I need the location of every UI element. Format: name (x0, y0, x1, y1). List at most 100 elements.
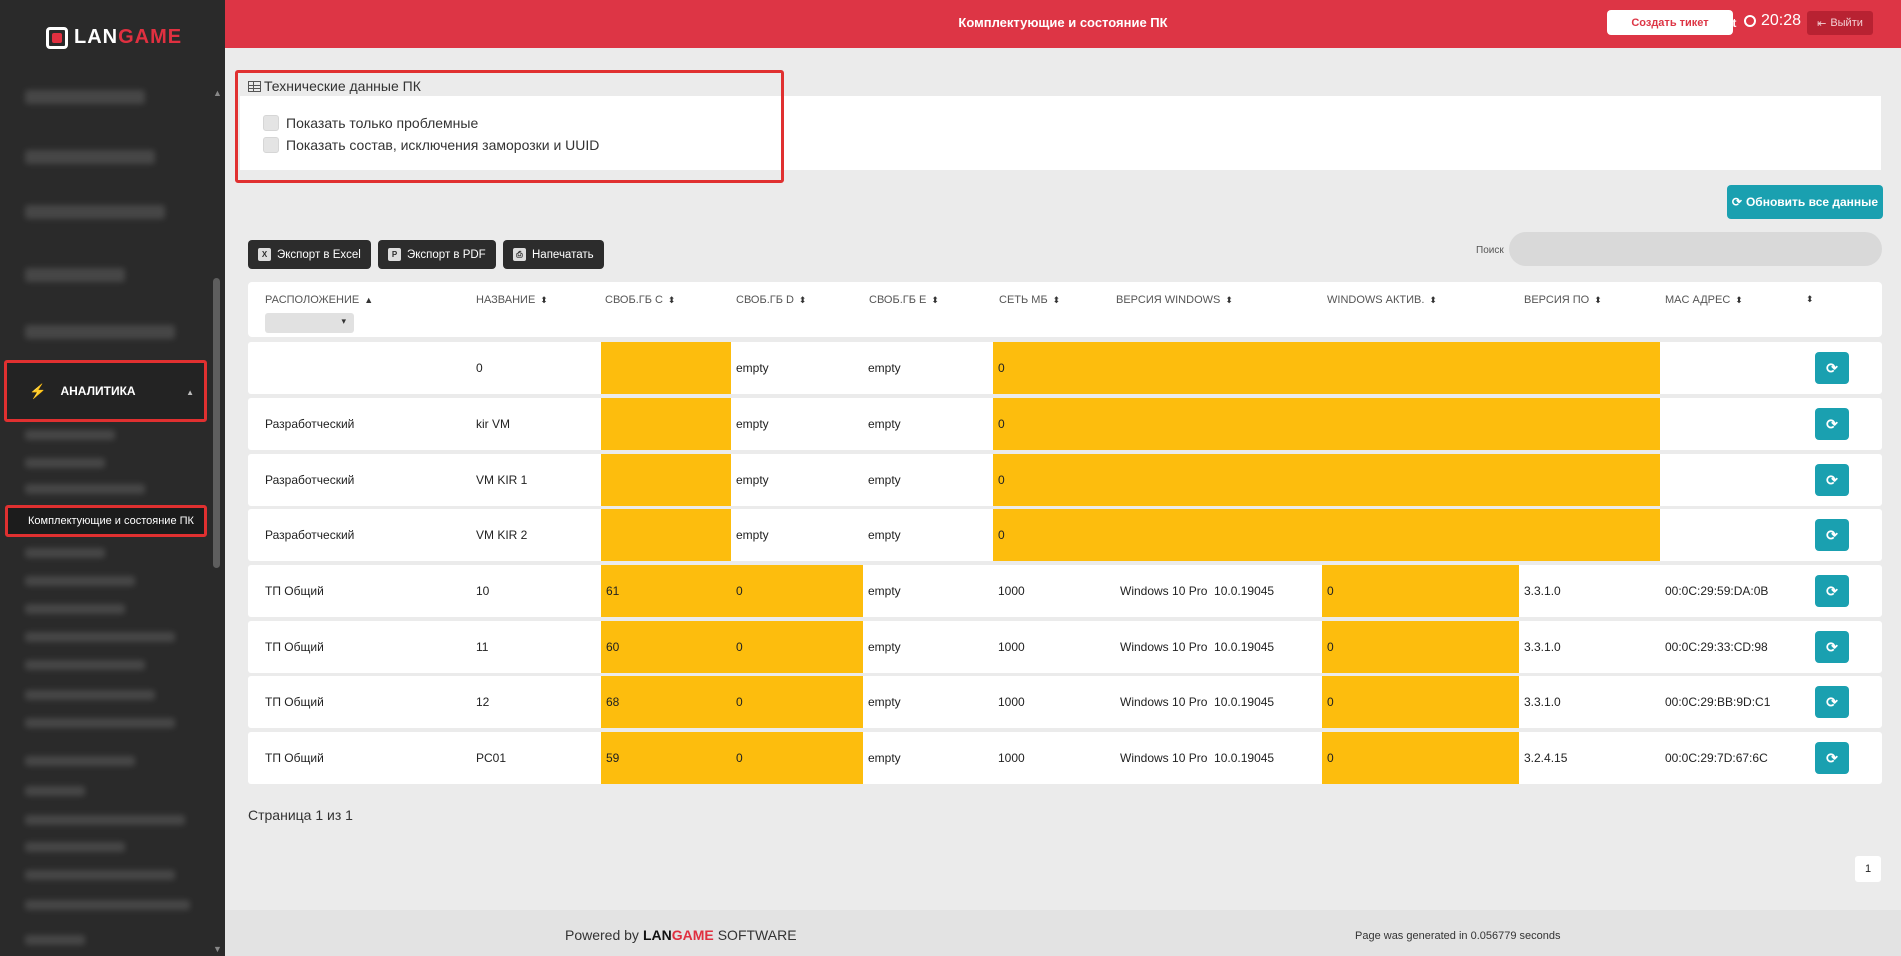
sidebar-subitem-blurred[interactable] (25, 935, 85, 945)
sidebar-subitem-blurred[interactable] (25, 548, 105, 558)
sort-icon[interactable]: ⬍ (1735, 295, 1743, 306)
row-refresh-button[interactable]: ⟳ (1815, 742, 1849, 774)
sort-icon[interactable]: ⬍ (1429, 295, 1437, 306)
cell-free-c: 59 (601, 732, 731, 784)
sidebar-subitem-blurred[interactable] (25, 484, 145, 494)
sort-icon[interactable]: ⬍ (1225, 295, 1233, 306)
footer-brand: LANGAME (643, 927, 714, 943)
scroll-down-icon[interactable]: ▼ (213, 944, 222, 954)
row-refresh-button[interactable]: ⟳ (1815, 631, 1849, 663)
col-actions[interactable]: ⬍ (1806, 294, 1814, 305)
print-button[interactable]: ⎙ Напечатать (503, 240, 604, 269)
export-excel-button[interactable]: X Экспорт в Excel (248, 240, 371, 269)
cell-free-d: 0 (731, 621, 863, 673)
refresh-icon: ⟳ (1731, 195, 1742, 209)
cell-location: ТП Общий (265, 751, 324, 765)
caret-up-icon: ▲ (186, 388, 194, 397)
sort-icon[interactable]: ⬍ (1806, 294, 1814, 305)
sidebar-scrollbar[interactable]: ▲ ▼ (211, 86, 222, 956)
col-windows-activation[interactable]: WINDOWS АКТИВ. ⬍ (1327, 294, 1437, 306)
cell-windows-activation: 0 (1322, 732, 1519, 784)
col-location[interactable]: РАСПОЛОЖЕНИЕ ▲ (265, 294, 373, 306)
sort-icon[interactable]: ⬍ (1053, 295, 1061, 306)
cell-windows-activation: 0 (1322, 565, 1519, 617)
footer-software: SOFTWARE (717, 927, 797, 943)
cell-location: Разработческий (265, 473, 355, 487)
sidebar-subitem-blurred[interactable] (25, 690, 155, 700)
row-refresh-button[interactable]: ⟳ (1815, 686, 1849, 718)
row-refresh-button[interactable]: ⟳ (1815, 352, 1849, 384)
sidebar-subitem-blurred[interactable] (25, 756, 135, 766)
cell-free-d: 0 (731, 732, 863, 784)
cell-free-c (601, 342, 731, 394)
sidebar-item-blurred[interactable] (25, 205, 165, 219)
row-refresh-button[interactable]: ⟳ (1815, 408, 1849, 440)
cell-free-d: 0 (731, 676, 863, 728)
cell-free-d: empty (736, 361, 769, 375)
logout-label: Выйти (1830, 17, 1863, 29)
col-free-c[interactable]: СВОБ.ГБ C ⬍ (605, 294, 675, 306)
cell-name: 11 (476, 640, 489, 654)
search-input[interactable] (1509, 232, 1882, 266)
sidebar-subitem-blurred[interactable] (25, 786, 85, 796)
col-name[interactable]: НАЗВАНИЕ ⬍ (476, 294, 548, 306)
sidebar-item-analytics[interactable]: ⚡ АНАЛИТИКА ▲ (4, 360, 207, 422)
sidebar-subitem-blurred[interactable] (25, 576, 135, 586)
row-refresh-button[interactable]: ⟳ (1815, 519, 1849, 551)
cell-software-version: 3.2.4.15 (1524, 751, 1568, 765)
sidebar-subitem-blurred[interactable] (25, 458, 105, 468)
col-free-e[interactable]: СВОБ.ГБ E ⬍ (869, 294, 939, 306)
excel-icon: X (258, 248, 271, 261)
logo-text-lan: LAN (74, 26, 119, 48)
location-filter-select[interactable] (265, 313, 354, 333)
sidebar-subitem-blurred[interactable] (25, 430, 115, 440)
col-free-d[interactable]: СВОБ.ГБ D ⬍ (736, 294, 806, 306)
sort-icon[interactable]: ⬍ (931, 295, 939, 306)
sort-icon[interactable]: ⬍ (540, 295, 548, 306)
export-pdf-button[interactable]: P Экспорт в PDF (378, 240, 496, 269)
row-refresh-button[interactable]: ⟳ (1815, 575, 1849, 607)
sidebar-subitem-blurred[interactable] (25, 718, 175, 728)
sort-asc-icon[interactable]: ▲ (364, 295, 373, 305)
sidebar-subitem-blurred[interactable] (25, 870, 175, 880)
refresh-all-button[interactable]: ⟳ Обновить все данные (1727, 185, 1883, 219)
cell-network: 0 (993, 342, 1660, 394)
sidebar-subitem-blurred[interactable] (25, 660, 145, 670)
sidebar-subitem-blurred[interactable] (25, 632, 175, 642)
col-free-c-label: СВОБ.ГБ C (605, 294, 663, 306)
col-windows-version[interactable]: ВЕРСИЯ WINDOWS ⬍ (1116, 294, 1233, 306)
sort-icon[interactable]: ⬍ (668, 295, 676, 306)
sidebar-subitem-blurred[interactable] (25, 604, 125, 614)
footer-brand-lan: LAN (642, 927, 672, 943)
table-header: РАСПОЛОЖЕНИЕ ▲ НАЗВАНИЕ ⬍ СВОБ.ГБ C ⬍ СВОБ.… (248, 282, 1882, 337)
cell-location (260, 342, 480, 394)
scrollbar-thumb[interactable] (213, 278, 220, 568)
logo-text-game: GAME (118, 26, 183, 48)
sidebar-item-blurred[interactable] (25, 268, 125, 282)
table-row: 0 empty empty 0 ⟳ (248, 342, 1882, 394)
cell-free-d: 0 (731, 565, 863, 617)
print-label: Напечатать (532, 248, 594, 261)
sidebar-item-blurred[interactable] (25, 150, 155, 164)
col-free-d-label: СВОБ.ГБ D (736, 294, 794, 306)
page-button-1[interactable]: 1 (1855, 856, 1881, 882)
sidebar-subitem-blurred[interactable] (25, 900, 190, 910)
sidebar-item-blurred[interactable] (25, 90, 145, 104)
col-network[interactable]: СЕТЬ МБ ⬍ (999, 294, 1060, 306)
sidebar-item-blurred[interactable] (25, 325, 175, 339)
sidebar-subitem-pc-components[interactable]: Комплектующие и состояние ПК (5, 505, 207, 537)
langame-logo[interactable]: LANGAME (46, 26, 182, 49)
cell-free-e: empty (868, 528, 901, 542)
logout-button[interactable]: ⇤ Выйти (1807, 11, 1873, 35)
sort-icon[interactable]: ⬍ (1594, 295, 1602, 306)
logo-mark-icon (46, 26, 68, 49)
sidebar-subitem-blurred[interactable] (25, 842, 125, 852)
sidebar-subitem-blurred[interactable] (25, 815, 185, 825)
col-network-label: СЕТЬ МБ (999, 294, 1048, 306)
scroll-up-icon[interactable]: ▲ (213, 88, 222, 98)
sort-icon[interactable]: ⬍ (799, 295, 807, 306)
row-refresh-button[interactable]: ⟳ (1815, 464, 1849, 496)
col-software-version[interactable]: ВЕРСИЯ ПО ⬍ (1524, 294, 1602, 306)
username: Root (1709, 16, 1737, 30)
col-mac-address[interactable]: MAC АДРЕС ⬍ (1665, 294, 1743, 306)
